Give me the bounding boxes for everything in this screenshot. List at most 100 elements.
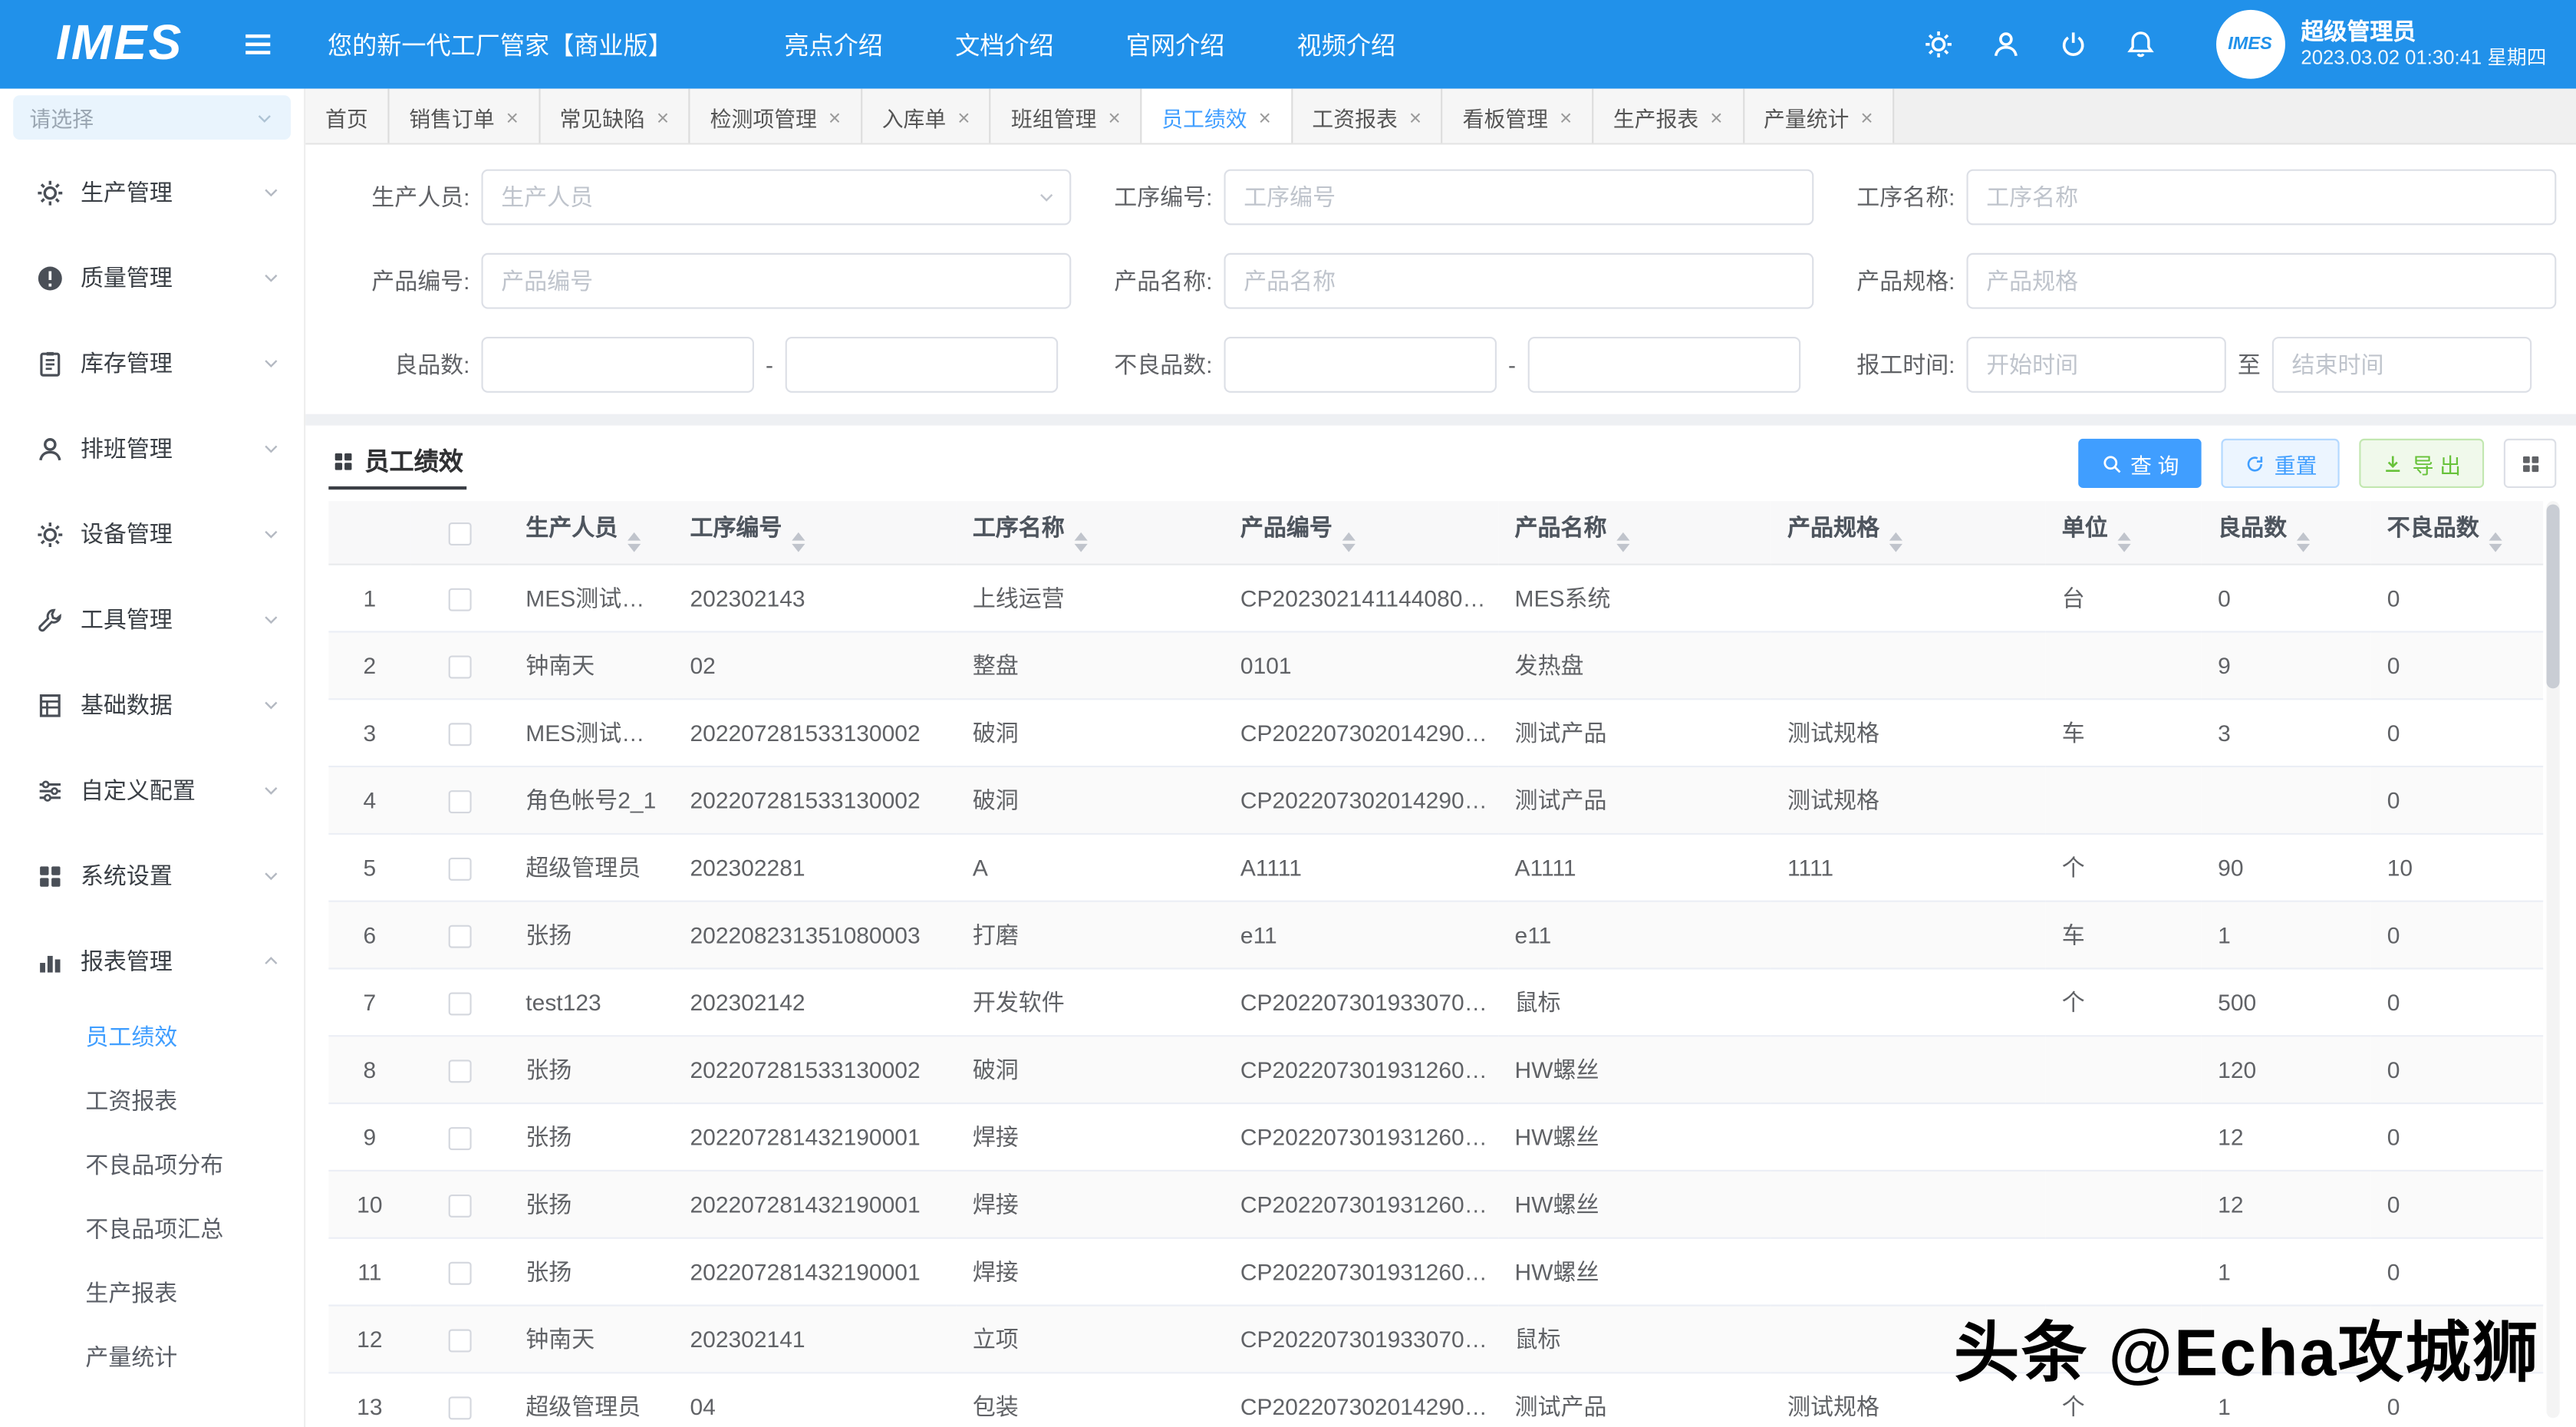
avatar[interactable]: IMES bbox=[2215, 10, 2284, 79]
tab-close-icon[interactable]: × bbox=[1710, 106, 1722, 127]
row-checkbox[interactable] bbox=[449, 588, 472, 611]
good-qty-max-input[interactable] bbox=[785, 336, 1058, 392]
export-button[interactable]: 导 出 bbox=[2360, 439, 2484, 488]
row-checkbox[interactable] bbox=[449, 789, 472, 812]
row-checkbox[interactable] bbox=[449, 1261, 472, 1284]
tab-close-icon[interactable]: × bbox=[957, 106, 970, 127]
tab-close-icon[interactable]: × bbox=[1259, 106, 1271, 127]
column-header[interactable]: 产品规格 bbox=[1771, 501, 2046, 563]
row-checkbox[interactable] bbox=[449, 857, 472, 880]
process-no-input[interactable] bbox=[1224, 169, 1813, 225]
scrollbar-thumb[interactable] bbox=[2546, 504, 2559, 688]
tab[interactable]: 常见缺陷 × bbox=[540, 89, 690, 145]
sidebar-item-工具管理[interactable]: 工具管理 bbox=[0, 577, 304, 662]
tab[interactable]: 看板管理 × bbox=[1443, 89, 1593, 145]
search-button[interactable]: 查 询 bbox=[2078, 439, 2202, 488]
tab[interactable]: 销售订单 × bbox=[390, 89, 540, 145]
sort-icon[interactable] bbox=[1342, 532, 1356, 552]
row-checkbox[interactable] bbox=[449, 1194, 472, 1217]
tab-close-icon[interactable]: × bbox=[1108, 106, 1120, 127]
good-qty-min-input[interactable] bbox=[481, 336, 754, 392]
column-header[interactable]: 生产人员 bbox=[509, 501, 674, 563]
tab[interactable]: 检测项管理 × bbox=[690, 89, 862, 145]
tab-close-icon[interactable]: × bbox=[506, 106, 519, 127]
sort-icon[interactable] bbox=[1889, 532, 1902, 552]
table-row[interactable]: 4 角色帐号2_1202207281533130002破洞CP202207302… bbox=[328, 766, 2543, 833]
tab-close-icon[interactable]: × bbox=[1409, 106, 1421, 127]
table-row[interactable]: 5 超级管理员202302281AA1111A11111111个9010 bbox=[328, 833, 2543, 901]
table-row[interactable]: 9 张扬202207281432190001焊接CP20220730193126… bbox=[328, 1102, 2543, 1170]
tab-close-icon[interactable]: × bbox=[1560, 106, 1572, 127]
row-checkbox[interactable] bbox=[449, 924, 472, 947]
tab-close-icon[interactable]: × bbox=[657, 106, 669, 127]
sidebar-item-库存管理[interactable]: 库存管理 bbox=[0, 321, 304, 406]
sidebar-item-基础数据[interactable]: 基础数据 bbox=[0, 662, 304, 747]
producer-input[interactable] bbox=[481, 169, 1071, 225]
row-checkbox[interactable] bbox=[449, 655, 472, 678]
table-scrollbar[interactable] bbox=[2546, 501, 2559, 1418]
product-spec-input[interactable] bbox=[1966, 252, 2556, 308]
row-checkbox[interactable] bbox=[449, 1060, 472, 1083]
nav-link[interactable]: 视频介绍 bbox=[1261, 27, 1432, 61]
tab[interactable]: 工资报表 × bbox=[1293, 89, 1443, 145]
sidebar-subitem-生产报表[interactable]: 生产报表 bbox=[0, 1261, 304, 1325]
row-checkbox[interactable] bbox=[449, 1396, 472, 1419]
table-row[interactable]: 1 MES测试用户202302143上线运营CP2023021411440800… bbox=[328, 564, 2543, 631]
tab[interactable]: 员工绩效 × bbox=[1142, 89, 1293, 145]
table-row[interactable]: 2 钟南天02整盘0101发热盘90 bbox=[328, 631, 2543, 698]
nav-link[interactable]: 文档介绍 bbox=[919, 27, 1090, 61]
table-row[interactable]: 8 张扬202207281533130002破洞CP20220730193126… bbox=[328, 1035, 2543, 1102]
reset-button[interactable]: 重置 bbox=[2222, 439, 2340, 488]
column-header[interactable]: 良品数 bbox=[2202, 501, 2371, 563]
row-checkbox[interactable] bbox=[449, 1329, 472, 1352]
sort-icon[interactable] bbox=[2118, 532, 2131, 552]
sort-icon[interactable] bbox=[2297, 532, 2310, 552]
sidebar-subitem-员工绩效[interactable]: 员工绩效 bbox=[0, 1004, 304, 1069]
sidebar-subitem-不良品项分布[interactable]: 不良品项分布 bbox=[0, 1132, 304, 1197]
power-icon[interactable] bbox=[2057, 30, 2087, 60]
nav-link[interactable]: 亮点介绍 bbox=[748, 27, 919, 61]
sidebar-subitem-产量统计[interactable]: 产量统计 bbox=[0, 1324, 304, 1389]
table-row[interactable]: 3 MES测试用户202207281533130002破洞CP202207302… bbox=[328, 698, 2543, 766]
bad-qty-min-input[interactable] bbox=[1224, 336, 1497, 392]
row-checkbox[interactable] bbox=[449, 992, 472, 1015]
table-row[interactable]: 6 张扬202208231351080003打磨e11e11车10 bbox=[328, 901, 2543, 968]
column-header[interactable]: 工序名称 bbox=[956, 501, 1224, 563]
sidebar-subitem-不良品项汇总[interactable]: 不良品项汇总 bbox=[0, 1196, 304, 1261]
tab[interactable]: 生产报表 × bbox=[1593, 89, 1744, 145]
nav-link[interactable]: 官网介绍 bbox=[1090, 27, 1261, 61]
bell-icon[interactable] bbox=[2125, 30, 2155, 60]
process-name-input[interactable] bbox=[1966, 169, 2556, 225]
sidebar-item-系统设置[interactable]: 系统设置 bbox=[0, 833, 304, 918]
sidebar-select[interactable]: 请选择 bbox=[13, 95, 291, 140]
row-checkbox[interactable] bbox=[449, 1126, 472, 1149]
sidebar-item-自定义配置[interactable]: 自定义配置 bbox=[0, 747, 304, 832]
sidebar-item-质量管理[interactable]: 质量管理 bbox=[0, 235, 304, 320]
sidebar-item-设备管理[interactable]: 设备管理 bbox=[0, 491, 304, 576]
account-icon[interactable] bbox=[1991, 30, 2021, 60]
tab-close-icon[interactable]: × bbox=[1860, 106, 1873, 127]
table-row[interactable]: 11 张扬202207281432190001焊接CP2022073019312… bbox=[328, 1238, 2543, 1305]
sort-icon[interactable] bbox=[1075, 532, 1088, 552]
settings-gear-icon[interactable] bbox=[1923, 30, 1953, 60]
table-row[interactable]: 7 test123202302142开发软件CP2022073019330700… bbox=[328, 967, 2543, 1035]
start-time-input[interactable] bbox=[1966, 336, 2225, 392]
column-header[interactable]: 工序编号 bbox=[674, 501, 956, 563]
product-no-input[interactable] bbox=[481, 252, 1071, 308]
product-name-input[interactable] bbox=[1224, 252, 1813, 308]
select-all-checkbox[interactable] bbox=[449, 522, 472, 545]
column-settings-button[interactable] bbox=[2504, 439, 2557, 488]
row-checkbox[interactable] bbox=[449, 723, 472, 746]
tab[interactable]: 班组管理 × bbox=[991, 89, 1141, 145]
table-row[interactable]: 10 张扬202207281432190001焊接CP2022073019312… bbox=[328, 1170, 2543, 1238]
column-header[interactable]: 产品编号 bbox=[1224, 501, 1498, 563]
sidebar-item-排班管理[interactable]: 排班管理 bbox=[0, 406, 304, 491]
sort-icon[interactable] bbox=[628, 532, 641, 552]
sidebar-subitem-工资报表[interactable]: 工资报表 bbox=[0, 1068, 304, 1132]
producer-select[interactable] bbox=[481, 169, 1071, 225]
sort-icon[interactable] bbox=[2489, 532, 2502, 552]
sort-icon[interactable] bbox=[792, 532, 805, 552]
sidebar-item-生产管理[interactable]: 生产管理 bbox=[0, 150, 304, 235]
bad-qty-max-input[interactable] bbox=[1527, 336, 1800, 392]
sort-icon[interactable] bbox=[1616, 532, 1629, 552]
